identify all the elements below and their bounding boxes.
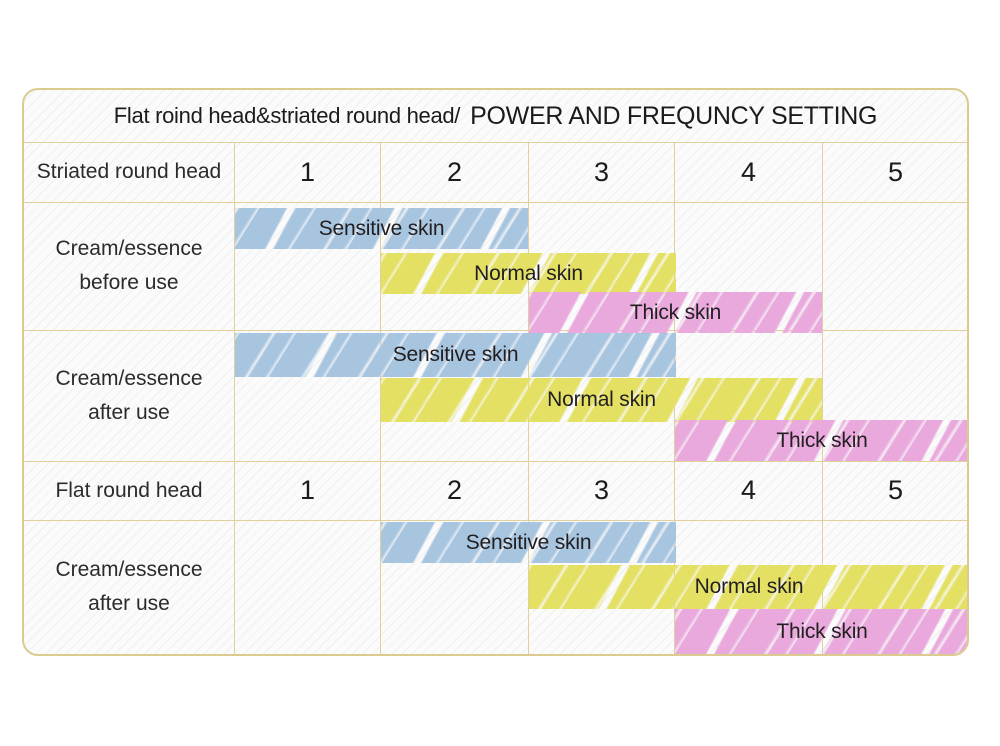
section-2-level-3: 3 (593, 475, 610, 505)
bar-sensitive-skin-row2: Sensitive skin (235, 333, 676, 377)
section-2-level-1: 1 (299, 475, 316, 505)
section-2-level-5: 5 (887, 475, 904, 505)
bar-label-normal-row1: Normal skin (474, 261, 583, 285)
table-title: Flat roind head&striated round head/ POW… (24, 90, 967, 142)
bar-sensitive-skin-row1: Sensitive skin (235, 208, 528, 249)
bar-label-thick-row1: Thick skin (629, 300, 722, 324)
section-1-level-4: 4 (740, 156, 757, 187)
bar-thick-skin-row3: Thick skin (675, 609, 967, 654)
bar-label-sensitive-row2: Sensitive skin (392, 343, 519, 366)
row-label-3-line2: after use (88, 592, 170, 615)
power-frequency-settings-table: Flat roind head&striated round head/ POW… (22, 88, 969, 656)
row-label-2-line2: after use (88, 400, 170, 424)
bar-normal-skin-row3: Normal skin (529, 565, 967, 609)
bar-normal-skin-row2: Normal skin (381, 378, 822, 422)
bar-normal-skin-row1: Normal skin (381, 253, 676, 294)
bar-sensitive-skin-row3: Sensitive skin (381, 522, 676, 563)
section-1-level-5: 5 (887, 156, 904, 187)
section-1-level-2: 2 (446, 156, 463, 187)
bar-thick-skin-row2: Thick skin (675, 420, 967, 461)
section-2-head-label: Flat round head (55, 478, 203, 502)
table-title-main: POWER AND FREQUNCY SETTING (470, 101, 878, 130)
row-label-1-line1: Cream/essence (55, 237, 203, 260)
bar-label-thick-row2: Thick skin (776, 428, 868, 452)
table-title-prefix: Flat roind head&striated round head/ (113, 103, 461, 128)
section-1-level-1: 1 (299, 156, 316, 187)
bar-label-normal-row3: Normal skin (694, 575, 804, 598)
section-2-level-4: 4 (740, 475, 757, 505)
section-2-level-2: 2 (446, 475, 463, 505)
row-label-1: Cream/essence before use (24, 202, 234, 330)
row-label-3: Cream/essence after use (24, 520, 234, 654)
row-label-1-line2: before use (79, 271, 179, 294)
bar-thick-skin-row1: Thick skin (529, 292, 822, 333)
bar-label-normal-row2: Normal skin (547, 388, 656, 411)
section-1-level-3: 3 (593, 156, 610, 187)
row-label-2: Cream/essence after use (24, 330, 234, 461)
bar-label-sensitive-row1: Sensitive skin (318, 216, 445, 240)
row-label-2-line1: Cream/essence (55, 366, 203, 390)
bar-label-thick-row3: Thick skin (776, 619, 868, 643)
section-1-head-label: Striated round head (36, 160, 222, 183)
row-label-3-line1: Cream/essence (55, 558, 203, 581)
bar-label-sensitive-row3: Sensitive skin (465, 530, 592, 554)
page-root: Flat roind head&striated round head/ POW… (0, 0, 1000, 746)
